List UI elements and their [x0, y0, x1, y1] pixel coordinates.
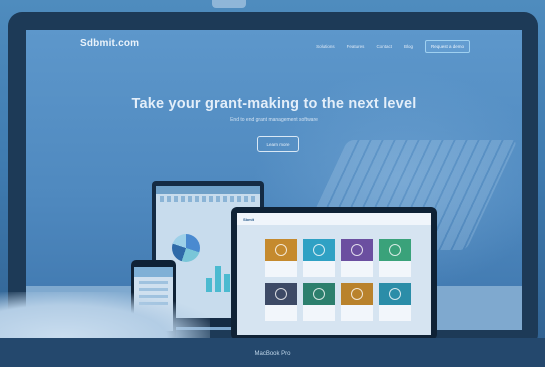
phone-line — [139, 288, 168, 291]
photo-scene: Sdbmit.com Solutions Features Contact Bl… — [0, 0, 545, 367]
tablet-tile-grid — [265, 239, 411, 321]
tile-icon — [313, 244, 325, 256]
nav-link-solutions[interactable]: Solutions — [316, 44, 335, 49]
pie-chart-graphic — [172, 234, 200, 262]
tile-icon — [351, 244, 363, 256]
phone-header — [134, 267, 173, 277]
site-navbar: Sdbmit.com Solutions Features Contact Bl… — [26, 30, 522, 58]
laptop-brand-label: MacBook Pro — [254, 351, 291, 357]
site-logo[interactable]: Sdbmit.com — [80, 38, 139, 49]
tile-icon — [351, 288, 363, 300]
tile-card — [341, 283, 373, 321]
ceiling-light — [212, 0, 246, 8]
monitor-toolbar — [160, 196, 256, 202]
tile-card — [265, 283, 297, 321]
tile-card — [303, 283, 335, 321]
mockup-tablet: Sbmit — [231, 207, 437, 340]
learn-more-button[interactable]: Learn more — [257, 136, 299, 152]
phone-line — [139, 281, 168, 284]
tile-icon — [389, 288, 401, 300]
tile-card — [303, 239, 335, 277]
monitor-header-bar — [156, 186, 260, 194]
tablet-header: Sbmit — [237, 213, 431, 225]
tile-card — [265, 239, 297, 277]
nav-link-blog[interactable]: Blog — [404, 44, 413, 49]
nav-link-contact[interactable]: Contact — [376, 44, 392, 49]
nav-link-features[interactable]: Features — [347, 44, 365, 49]
request-demo-button[interactable]: Request a demo — [424, 40, 470, 53]
tile-card — [379, 239, 411, 277]
hero-subtitle: End to end grant management software — [230, 117, 318, 123]
site-nav: Solutions Features Contact Blog Request … — [316, 40, 470, 53]
tile-icon — [275, 288, 287, 300]
tile-icon — [275, 244, 287, 256]
tile-card — [379, 283, 411, 321]
tile-icon — [389, 244, 401, 256]
tile-card — [341, 239, 373, 277]
tile-icon — [313, 288, 325, 300]
tablet-screen: Sbmit — [237, 213, 431, 335]
hero-title: Take your grant-making to the next level — [131, 96, 417, 112]
